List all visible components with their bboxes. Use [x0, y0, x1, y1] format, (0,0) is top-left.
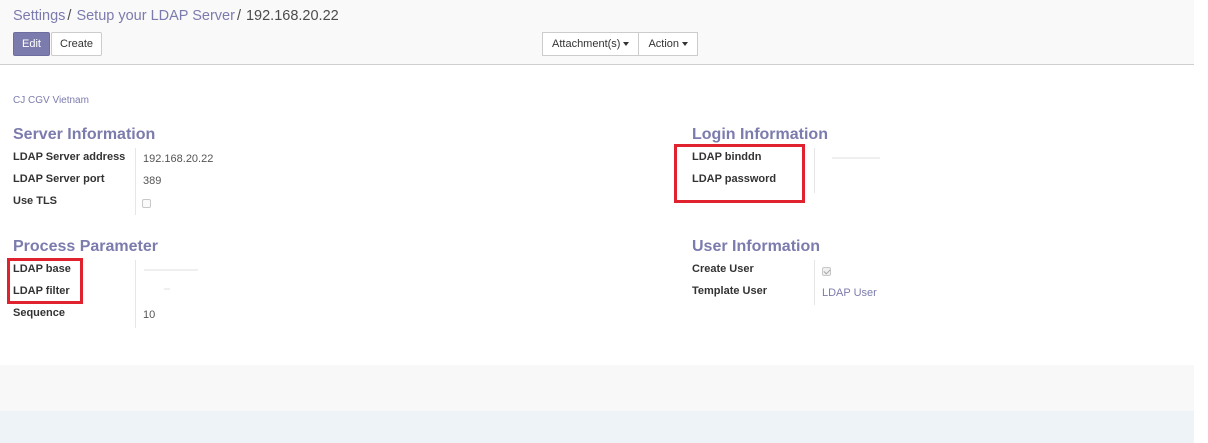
- use-tls-checkbox[interactable]: [142, 199, 151, 208]
- ldap-server-address-label: LDAP Server address: [13, 151, 126, 163]
- caret-down-icon: [623, 42, 630, 47]
- chatter-area: [0, 365, 1194, 411]
- action-dropdown-button[interactable]: Action: [639, 32, 699, 56]
- breadcrumb-separator: /: [236, 8, 241, 24]
- caret-down-icon: [682, 42, 689, 47]
- server-information-title: Server Information: [13, 126, 156, 143]
- ldap-server-port-value: 389: [143, 175, 162, 187]
- attachments-dropdown-button[interactable]: Attachment(s): [542, 32, 640, 56]
- company-field[interactable]: CJ CGV Vietnam: [13, 95, 89, 106]
- attachments-label: Attachment(s): [552, 38, 621, 50]
- highlight-box-process: [7, 258, 83, 304]
- redacted-base-value: [144, 269, 198, 271]
- ldap-server-port-label: LDAP Server port: [13, 173, 105, 185]
- edit-button[interactable]: Edit: [13, 32, 50, 56]
- breadcrumb-ldap-setup[interactable]: Setup your LDAP Server: [76, 8, 235, 24]
- process-parameter-title: Process Parameter: [13, 238, 158, 255]
- control-panel: Settings / Setup your LDAP Server/192.168.…: [0, 0, 1194, 65]
- highlight-box-login: [674, 144, 805, 203]
- create-user-label: Create User: [692, 263, 754, 275]
- create-user-checkbox[interactable]: [822, 267, 831, 276]
- breadcrumb-current: 192.168.20.22: [245, 8, 339, 24]
- create-button[interactable]: Create: [51, 32, 103, 56]
- field-divider: [814, 148, 815, 193]
- ldap-server-address-value: 192.168.20.22: [143, 153, 214, 165]
- sequence-value: 10: [143, 309, 156, 321]
- redacted-binddn-value: [832, 157, 880, 159]
- use-tls-label: Use TLS: [13, 195, 58, 207]
- user-information-title: User Information: [692, 238, 821, 255]
- template-user-label: Template User: [692, 285, 767, 297]
- breadcrumb: Settings / Setup your LDAP Server/192.168.…: [13, 8, 339, 24]
- template-user-value[interactable]: LDAP User: [822, 287, 877, 299]
- sidebar-button-group: Attachment(s) Action: [542, 32, 699, 56]
- redacted-filter-value: [164, 288, 170, 290]
- action-label: Action: [648, 38, 680, 50]
- field-divider: [135, 148, 136, 215]
- field-divider: [135, 260, 136, 328]
- breadcrumb-separator: /: [67, 8, 72, 24]
- chatter-footer: [0, 411, 1194, 443]
- field-divider: [814, 260, 815, 305]
- login-information-title: Login Information: [692, 126, 828, 143]
- sequence-label: Sequence: [13, 307, 65, 319]
- breadcrumb-settings[interactable]: Settings: [13, 8, 65, 24]
